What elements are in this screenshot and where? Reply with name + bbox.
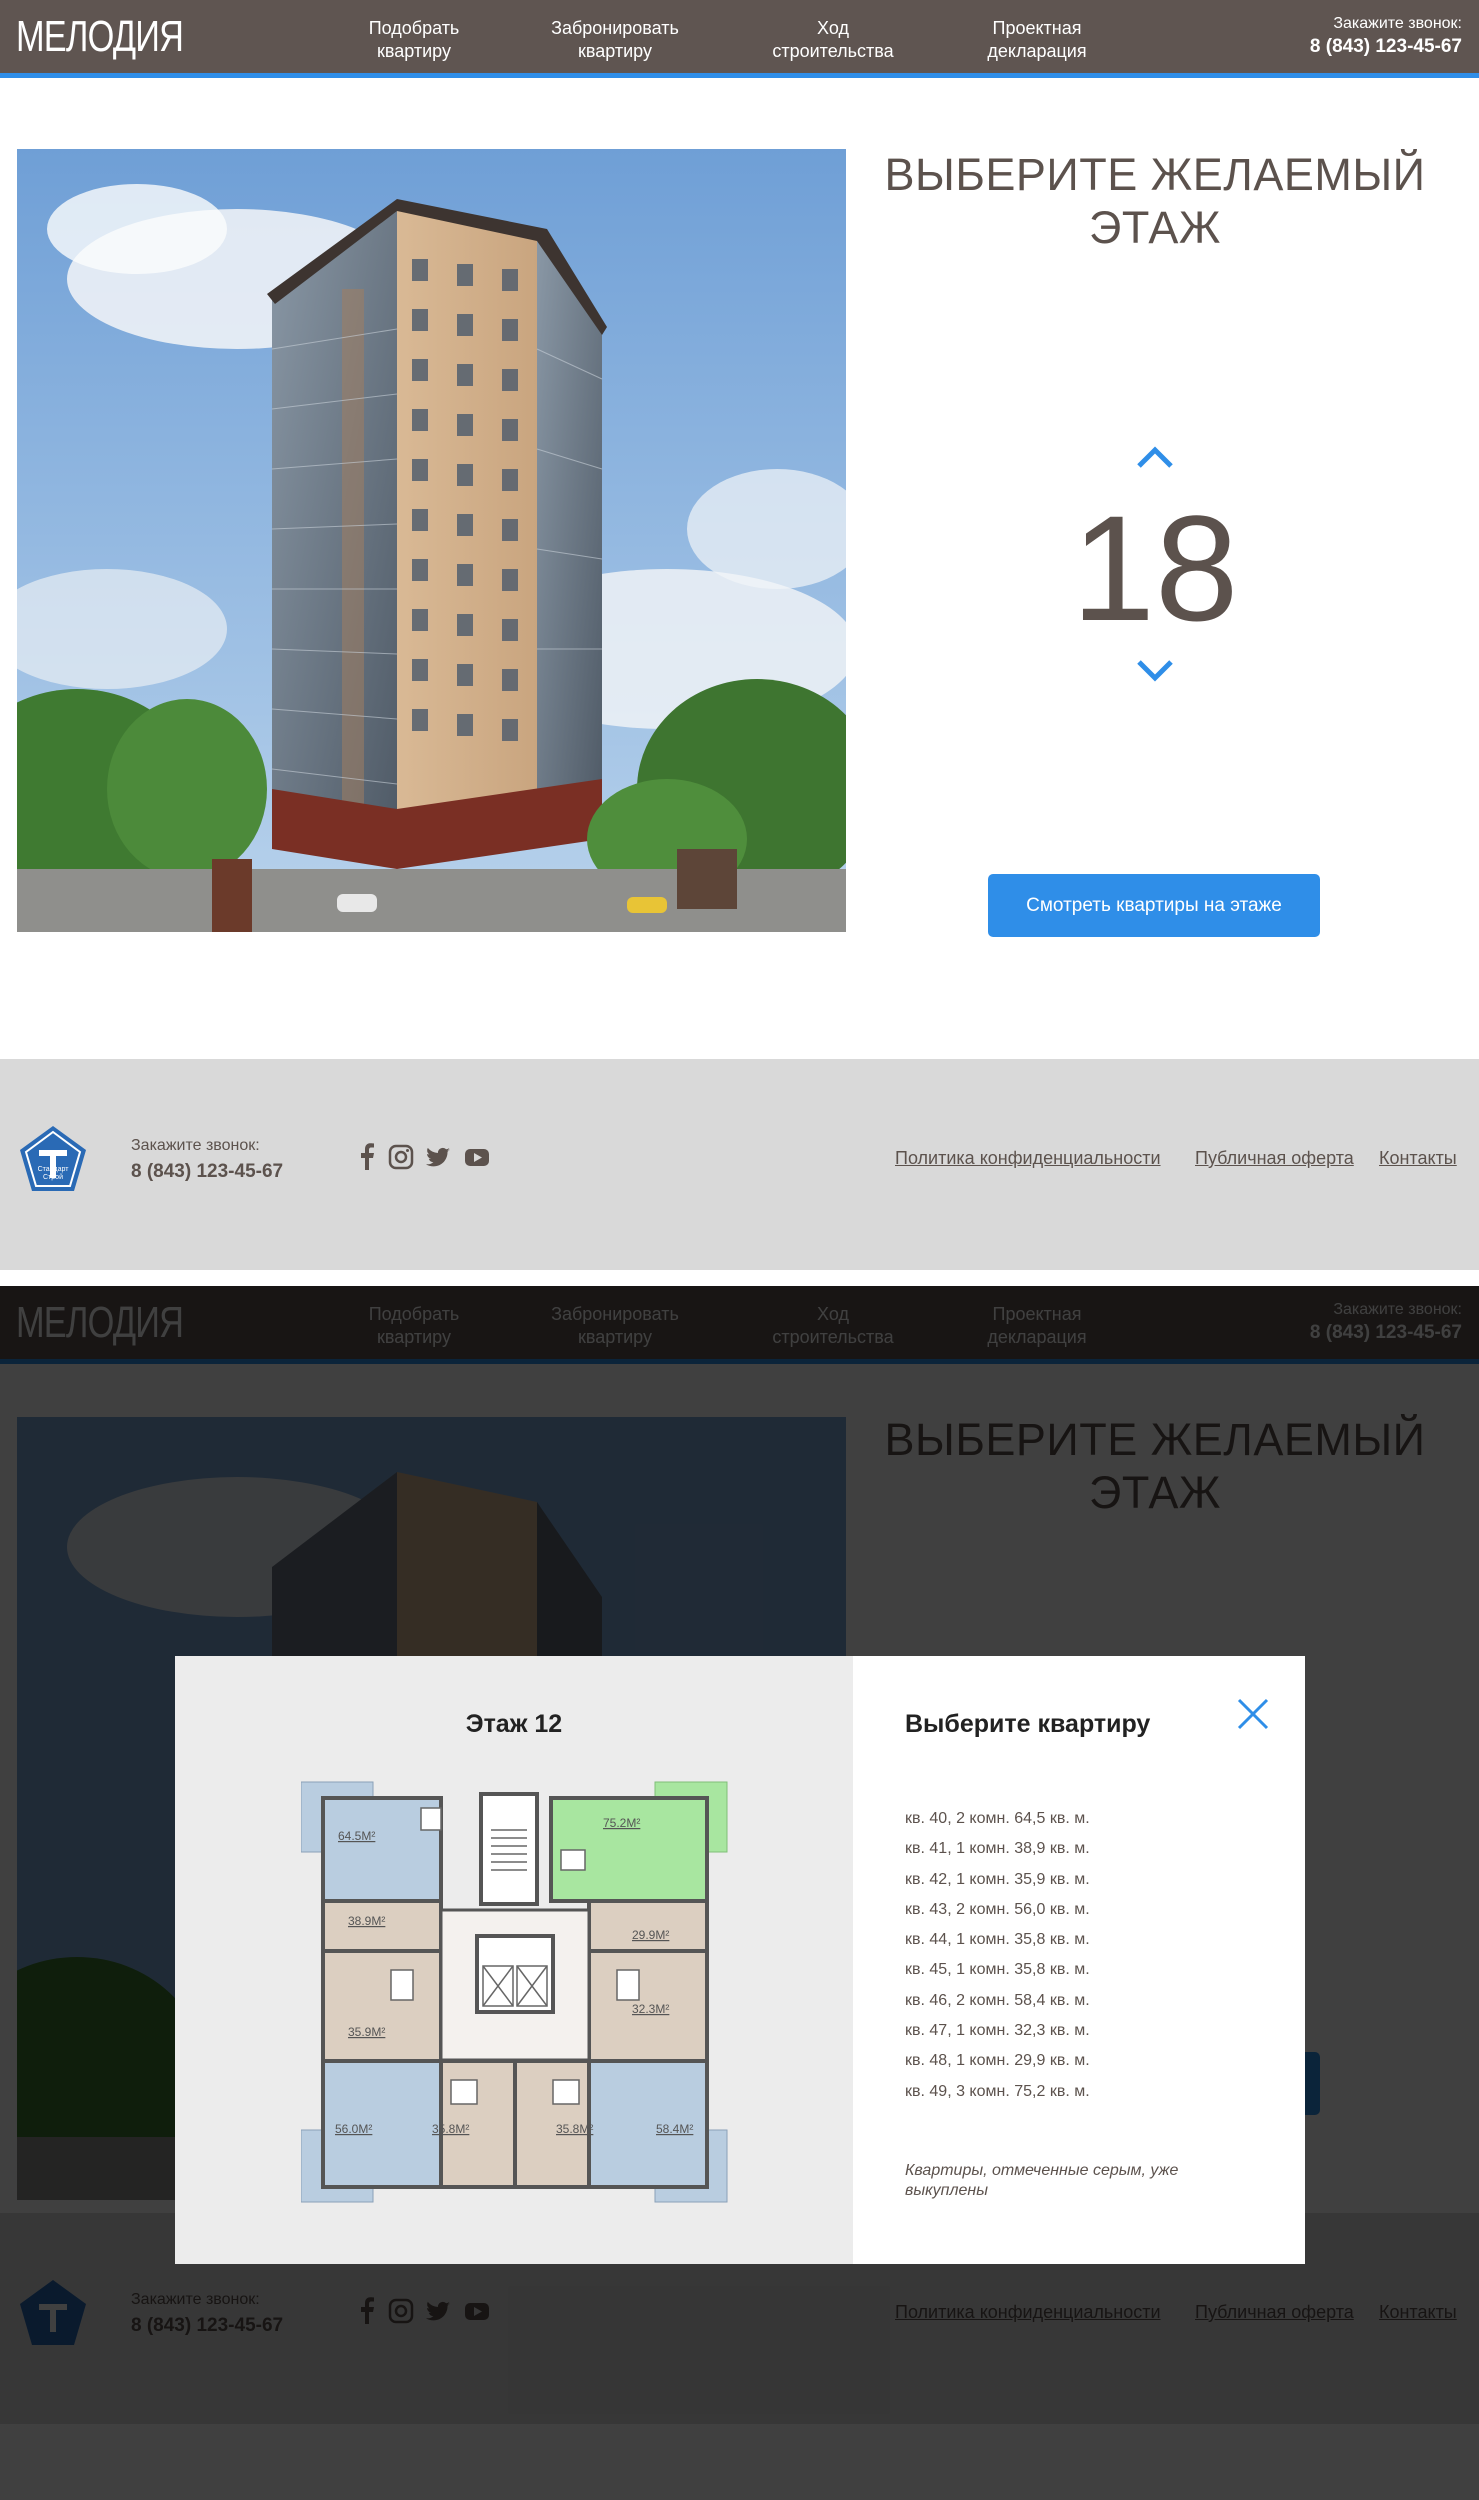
logo-text: Стандарт [38, 1166, 70, 1173]
floor-plan: 64.5М² 38.9М² 35.9М² 56.0М² 35.8М² 35.8М… [301, 1780, 729, 2210]
list-item[interactable]: кв. 41, 1 комн. 38,9 кв. м. [905, 1834, 1265, 1864]
nav-construction-progress[interactable]: Ход строительства [743, 17, 923, 63]
list-item[interactable]: кв. 47, 1 комн. 32,3 кв. м. [905, 2016, 1265, 2046]
phone-label: Закажите звонок: [131, 1137, 260, 1154]
list-item[interactable]: кв. 48, 1 комн. 29,9 кв. м. [905, 2046, 1265, 2076]
header-phone[interactable]: Закажите звонок: 8 (843) 123-45-67 [1310, 14, 1462, 60]
plan-area-label: 35.8М² [556, 2122, 593, 2136]
instagram-icon[interactable] [388, 1143, 414, 1171]
privacy-policy-link[interactable]: Политика конфиденциальности [895, 1148, 1161, 1169]
floor-up-chevron-icon[interactable] [1133, 442, 1177, 472]
plan-area-label: 29.9М² [632, 1928, 669, 1942]
plan-area-label: 38.9М² [348, 1914, 385, 1928]
phone-label: Закажите звонок: [1333, 15, 1462, 32]
page-frame-default: МЕЛОДИЯ Подобрать квартиру Забронировать к… [0, 0, 1479, 1270]
nav-label: Проектная [992, 18, 1082, 38]
nav-label: Забронировать [551, 18, 679, 38]
nav-label: Подобрать [368, 18, 460, 38]
modal-floor-title: Этаж 12 [465, 1710, 563, 1738]
plan-area-label: 35.9М² [348, 2025, 385, 2039]
list-item[interactable]: кв. 43, 2 комн. 56,0 кв. м. [905, 1895, 1265, 1925]
apartment-48[interactable] [587, 1899, 709, 1953]
apartment-42[interactable] [321, 1949, 443, 2063]
nav-book-apartment[interactable]: Забронировать квартиру [525, 17, 705, 63]
nav-label: декларация [987, 41, 1087, 61]
floor-plan-modal: Этаж 12 64.5М² 38.9М² 35.9М² 56.0М² 35.8… [175, 1656, 1305, 2264]
floor-number: 18 [1071, 484, 1239, 652]
site-logo[interactable]: МЕЛОДИЯ [16, 12, 184, 62]
phone-number[interactable]: 8 (843) 123-45-67 [131, 1157, 283, 1187]
sold-apartments-note: Квартиры, отмеченные серым, уже выкуплен… [905, 2162, 1179, 2199]
company-logo-icon[interactable]: Стандарт Строй [17, 1123, 89, 1195]
list-item[interactable]: кв. 45, 1 комн. 35,8 кв. м. [905, 1955, 1265, 1985]
page-frame-modal-open: МЕЛОДИЯ Подобратьквартиру Забронироватьк… [0, 1286, 1479, 2500]
phone-number[interactable]: 8 (843) 123-45-67 [1310, 34, 1462, 60]
nav-label: Ход [817, 18, 849, 38]
title-line: ЭТАЖ [1089, 202, 1221, 253]
list-item[interactable]: кв. 49, 3 комн. 75,2 кв. м. [905, 2077, 1265, 2107]
nav-select-apartment[interactable]: Подобрать квартиру [324, 17, 504, 63]
plan-area-label: 32.3М² [632, 2002, 669, 2016]
plan-area-label: 56.0М² [335, 2122, 372, 2136]
view-apartments-button[interactable]: Смотреть квартиры на этаже [988, 874, 1320, 937]
list-item[interactable]: кв. 40, 2 комн. 64,5 кв. м. [905, 1804, 1265, 1834]
apartment-list: кв. 40, 2 комн. 64,5 кв. м. кв. 41, 1 ко… [905, 1804, 1265, 2107]
nav-project-declaration[interactable]: Проектная декларация [947, 17, 1127, 63]
facebook-icon[interactable] [354, 1143, 380, 1171]
list-item[interactable]: кв. 44, 1 комн. 35,8 кв. м. [905, 1925, 1265, 1955]
floor-down-chevron-icon[interactable] [1133, 656, 1177, 686]
plan-area-label: 75.2М² [603, 1816, 640, 1830]
plan-area-label: 58.4М² [656, 2122, 693, 2136]
footer-phone[interactable]: Закажите звонок: 8 (843) 123-45-67 [131, 1135, 283, 1187]
choose-apartment-title: Выберите квартиру [905, 1710, 1151, 1738]
plan-area-label: 64.5М² [338, 1829, 375, 1843]
nav-label: строительства [772, 41, 894, 61]
choose-floor-title: ВЫБЕРИТЕ ЖЕЛАЕМЫЙ ЭТАЖ [870, 148, 1440, 254]
building-image [17, 149, 846, 932]
list-item[interactable]: кв. 46, 2 комн. 58,4 кв. м. [905, 1986, 1265, 2016]
public-offer-link[interactable]: Публичная оферта [1195, 1148, 1354, 1169]
nav-label: квартиру [377, 41, 451, 61]
site-footer: Стандарт Строй Закажите звонок: 8 (843) … [0, 1059, 1479, 1270]
nav-label: квартиру [578, 41, 652, 61]
close-icon[interactable] [1235, 1696, 1271, 1732]
list-item[interactable]: кв. 42, 1 комн. 35,9 кв. м. [905, 1865, 1265, 1895]
title-line: ВЫБЕРИТЕ ЖЕЛАЕМЫЙ [884, 149, 1426, 200]
twitter-icon[interactable] [425, 1143, 451, 1171]
logo-text: Строй [43, 1173, 63, 1181]
site-header: МЕЛОДИЯ Подобрать квартиру Забронировать к… [0, 0, 1479, 78]
youtube-icon[interactable] [464, 1143, 490, 1171]
frame-separator [0, 1270, 1479, 1286]
contacts-link[interactable]: Контакты [1379, 1148, 1457, 1169]
floor-plan-panel: Этаж 12 64.5М² 38.9М² 35.9М² 56.0М² 35.8… [175, 1656, 853, 2264]
plan-area-label: 35.8М² [432, 2122, 469, 2136]
